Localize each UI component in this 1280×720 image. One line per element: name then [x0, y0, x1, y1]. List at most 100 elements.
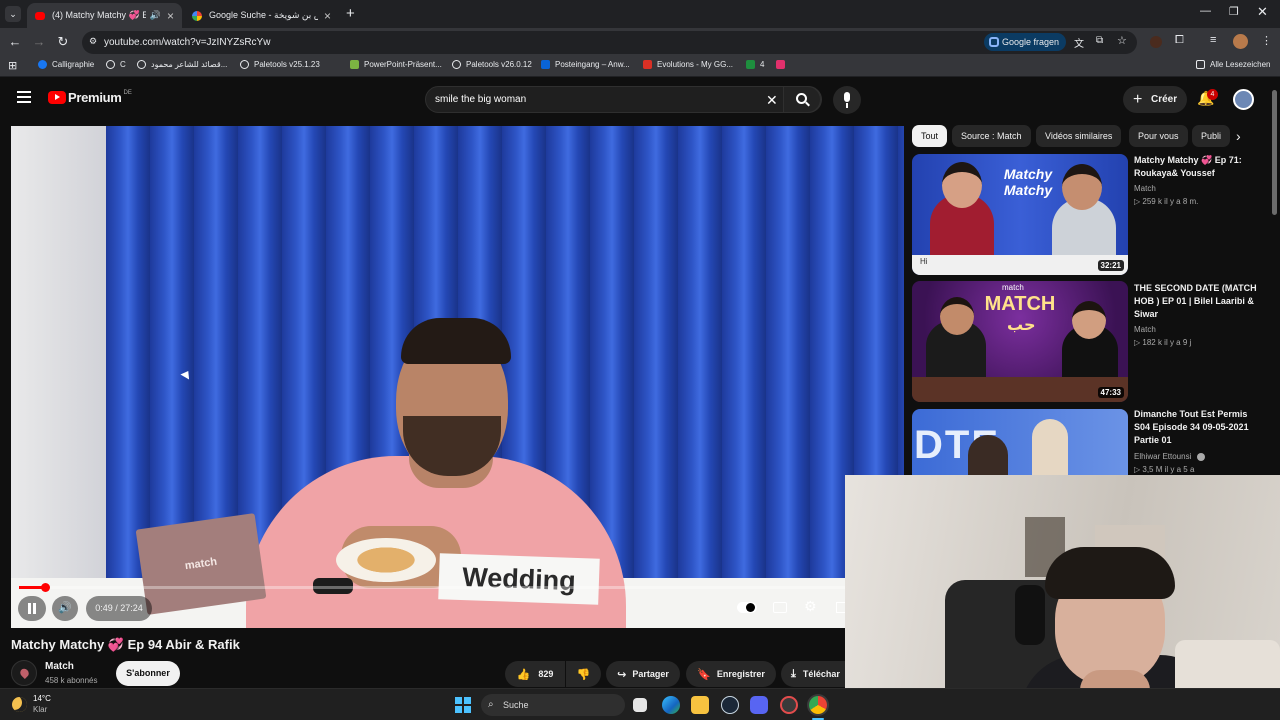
- subtitles-icon[interactable]: [773, 602, 787, 613]
- related-channel-1[interactable]: Match: [1134, 182, 1156, 195]
- channel-name[interactable]: Match: [45, 661, 74, 672]
- edge-icon[interactable]: [662, 696, 680, 714]
- minimize-icon[interactable]: —: [1200, 5, 1211, 17]
- related-channel-2[interactable]: Match: [1134, 323, 1156, 336]
- clear-search-icon[interactable]: ✕: [766, 87, 778, 113]
- account-avatar[interactable]: [1233, 89, 1254, 110]
- create-button[interactable]: + Créer: [1123, 86, 1187, 113]
- related-title-1[interactable]: Matchy Matchy 💞 Ep 71: Roukaya& Youssef: [1134, 154, 1264, 180]
- tab-google[interactable]: Google Suche - أنيس بن شويخة ×: [184, 3, 339, 28]
- autoplay-toggle[interactable]: [737, 602, 757, 613]
- youtube-premium-logo[interactable]: Premium DE: [48, 90, 132, 105]
- app-icon[interactable]: [780, 696, 798, 714]
- bookmark-paletools-1[interactable]: Paletools v25.1.23: [240, 60, 320, 69]
- save-button[interactable]: 🔖 Enregistrer: [686, 661, 776, 687]
- back-icon[interactable]: ←: [7, 34, 23, 50]
- address-bar[interactable]: ⚙ youtube.com/watch?v=JzINYZsRcYw: [82, 31, 1137, 54]
- thumb-title-text: Matchy Matchy: [1003, 166, 1053, 198]
- bookmark-instagram[interactable]: [776, 60, 785, 69]
- cast-icon[interactable]: ⧉: [1096, 35, 1103, 46]
- bookmark-poems[interactable]: قصائد للشاعر محمود...: [137, 60, 227, 69]
- bookmark-powerpoint[interactable]: PowerPoint-Präsent...: [350, 60, 442, 69]
- bookmark-star-icon[interactable]: ☆: [1117, 34, 1127, 47]
- chips-next-chevron-icon[interactable]: ›: [1236, 128, 1241, 144]
- hamburger-menu-icon[interactable]: [17, 91, 31, 103]
- bookmark-app-icon: [746, 60, 755, 69]
- tab-close-icon[interactable]: ×: [324, 9, 331, 23]
- chip-for-you[interactable]: Pour vous: [1129, 125, 1188, 147]
- related-channel-3[interactable]: Elhiwar Ettounsi: [1134, 450, 1205, 463]
- related-title-2[interactable]: THE SECOND DATE (MATCH HOB ) EP 01 | Bil…: [1134, 282, 1264, 321]
- youtube-favicon-icon: [35, 11, 45, 20]
- related-thumbnail-1[interactable]: Matchy Matchy Hi 32:21: [912, 154, 1128, 275]
- weather-temp[interactable]: 14°C: [33, 694, 51, 703]
- chip-all[interactable]: Tout: [912, 125, 948, 147]
- pause-button[interactable]: [18, 596, 46, 621]
- bookmark-c[interactable]: C: [106, 60, 126, 69]
- person-hair: [401, 318, 511, 364]
- person-hair: [1045, 547, 1175, 599]
- google-ask-button[interactable]: Google fragen: [984, 33, 1066, 51]
- discord-icon[interactable]: [750, 696, 768, 714]
- time-display: 0:49 / 27:24: [86, 596, 152, 621]
- channel-avatar[interactable]: [11, 660, 37, 686]
- volume-icon: 🔊: [58, 602, 72, 614]
- chip-published[interactable]: Publi: [1192, 125, 1230, 147]
- chrome-icon[interactable]: [809, 696, 827, 714]
- chip-similar-videos[interactable]: Vidéos similaires: [1036, 125, 1122, 147]
- translate-icon[interactable]: 文: [1074, 35, 1084, 50]
- share-button[interactable]: ↪ Partager: [606, 661, 680, 687]
- profile-avatar[interactable]: [1233, 34, 1248, 49]
- bookmark-posteingang[interactable]: Posteingang – Anw...: [541, 60, 630, 69]
- microphone-icon[interactable]: [833, 86, 861, 114]
- browser-menu-icon[interactable]: ⋮: [1261, 34, 1272, 47]
- reload-icon[interactable]: ↻: [55, 34, 71, 50]
- speaker-icon[interactable]: 🔊: [150, 10, 161, 21]
- tab-search-button[interactable]: ⌄: [5, 6, 21, 22]
- steam-icon[interactable]: [721, 696, 739, 714]
- forward-icon[interactable]: →: [31, 34, 47, 50]
- subscribe-button[interactable]: S'abonner: [116, 661, 180, 686]
- search-input[interactable]: smile the big woman ✕: [425, 86, 822, 113]
- tab-close-icon[interactable]: ×: [167, 9, 174, 23]
- instagram-icon: [776, 60, 785, 69]
- windows-start-icon[interactable]: [455, 697, 471, 713]
- page-scrollbar[interactable]: [1272, 90, 1277, 215]
- match-logo-icon: [18, 666, 31, 680]
- dislike-button[interactable]: 👎: [566, 661, 601, 687]
- related-thumbnail-3[interactable]: DTE: [912, 409, 1128, 475]
- volume-button[interactable]: 🔊: [52, 596, 78, 621]
- search-icon[interactable]: [783, 86, 821, 113]
- tab-youtube[interactable]: (4) Matchy Matchy 💞 Ep 9 🔊 ×: [27, 3, 182, 28]
- site-info-icon[interactable]: ⚙: [89, 36, 97, 47]
- weather-moon-icon[interactable]: [12, 697, 27, 712]
- logo-text: Premium: [68, 90, 122, 105]
- related-thumbnail-2[interactable]: match MATCH حب 47:33: [912, 281, 1128, 402]
- logo-region: DE: [123, 89, 132, 96]
- taskbar-search[interactable]: ⌕ Suche: [481, 694, 625, 716]
- restore-icon[interactable]: ❐: [1229, 5, 1239, 18]
- extensions-puzzle-icon[interactable]: ⧠: [1175, 34, 1184, 47]
- settings-gear-icon[interactable]: ⚙: [804, 598, 817, 615]
- task-view-icon[interactable]: [633, 698, 647, 712]
- bookmark-paletools-2[interactable]: Paletools v26.0.12: [452, 60, 532, 69]
- progress-bar[interactable]: [19, 583, 896, 592]
- webcam-overlay: [845, 475, 1280, 720]
- bookmark-4[interactable]: 4: [746, 60, 764, 69]
- bookmark-calligraphie[interactable]: Calligraphie: [38, 60, 94, 69]
- all-bookmarks[interactable]: Alle Lesezeichen: [1196, 60, 1270, 69]
- new-tab-button[interactable]: +: [346, 5, 355, 22]
- video-player[interactable]: match Wedding 🔊 0:49 / 27:24 ⚙: [11, 126, 904, 628]
- duration-badge: 47:33: [1097, 387, 1124, 398]
- like-button[interactable]: 👍 829: [505, 661, 565, 687]
- related-title-3[interactable]: Dimanche Tout Est Permis S04 Episode 34 …: [1134, 408, 1264, 447]
- weather-condition: Klar: [33, 705, 48, 714]
- media-control-icon[interactable]: ≡: [1210, 34, 1216, 46]
- apps-grid-icon[interactable]: ⊞: [8, 59, 17, 72]
- download-button[interactable]: ⤓ Téléchar: [781, 661, 845, 687]
- bookmark-evolutions[interactable]: Evolutions - My GG...: [643, 60, 733, 69]
- chip-source-match[interactable]: Source : Match: [952, 125, 1031, 147]
- extension-icon[interactable]: [1150, 36, 1162, 48]
- file-explorer-icon[interactable]: [691, 696, 709, 714]
- close-window-icon[interactable]: ✕: [1257, 4, 1268, 20]
